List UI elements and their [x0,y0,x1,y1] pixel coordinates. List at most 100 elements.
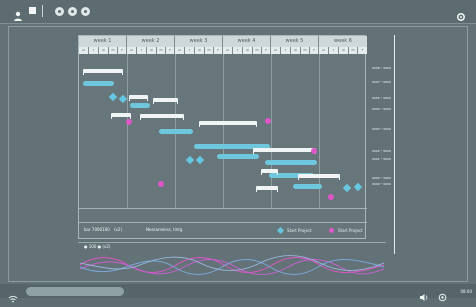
task-bar[interactable] [199,121,257,127]
gear-icon[interactable] [456,7,466,22]
day-label: W [195,47,205,54]
week-header-1: week 1 [79,36,127,47]
milestone-marker[interactable] [265,118,271,124]
task-bar[interactable] [253,148,316,154]
grid-line [271,54,272,208]
day-label: F [214,47,223,54]
toolbar-separator [42,5,43,17]
scale-label: 0008 ─ 0000 [372,66,391,70]
day-label: M [79,47,89,54]
square-icon[interactable] [29,7,36,14]
day-label: M [271,47,281,54]
day-label: F [118,47,127,54]
summary-middle-label: Nessameina, tintg [146,227,183,232]
day-label: W [99,47,109,54]
task-bar[interactable] [153,98,178,104]
scale-label: 0000 ─ 0000 [372,182,391,186]
day-label: F [310,47,319,54]
circle-button-2[interactable] [68,7,77,16]
legend-label-2: Start Project [338,228,363,233]
week-header-6: week 6 [319,36,367,47]
task-bar[interactable] [261,169,278,175]
day-label: T [185,47,195,54]
task-progress-bar[interactable] [265,160,317,165]
wave-chart-svg [79,255,385,275]
day-label: Th [253,47,262,54]
circle-button-1[interactable] [55,7,64,16]
day-label: Th [205,47,214,54]
day-label: Th [301,47,310,54]
clock: 08:00 [460,289,472,294]
legend-marker [329,228,334,233]
task-bar[interactable] [256,186,278,192]
milestone-diamond[interactable] [195,155,205,165]
row-divider [79,208,367,209]
day-label: W [243,47,253,54]
task-progress-bar[interactable] [83,81,114,86]
wifi-icon[interactable] [8,288,18,303]
milestone-diamond[interactable] [342,183,352,193]
milestone-marker[interactable] [126,119,132,125]
task-progress-bar[interactable] [293,184,322,189]
scale-label: 0005 ─ 0000 [372,96,391,100]
gantt-chart: week 1 week 2 week 3 week 4 week 5 week … [78,35,367,239]
day-label: T [281,47,291,54]
day-label: W [339,47,349,54]
day-label: Th [157,47,166,54]
task-bar[interactable] [111,113,131,119]
wave-series-4 [79,255,385,271]
volume-icon[interactable] [419,287,430,301]
scale-label: 0004 ─ 0000 [372,107,391,111]
notification-icon[interactable] [438,287,447,302]
task-progress-bar[interactable] [159,129,193,134]
week-header-5: week 5 [271,36,319,47]
week-header-2: week 2 [127,36,175,47]
summary-left-label: bar 7000100 [84,227,110,232]
legend-label-1: Start Project [287,228,312,233]
task-progress-bar[interactable] [130,103,150,108]
day-label: F [262,47,271,54]
day-label: F [166,47,175,54]
scale-label: 0007 ─ 0000 [372,80,391,84]
milestone-diamond[interactable] [108,92,118,102]
row-divider [79,222,367,223]
task-progress-bar[interactable] [217,154,259,159]
milestone-diamond[interactable] [185,155,195,165]
day-label: F [358,47,367,54]
scale-label: 0002 ─ 0000 [372,149,391,153]
day-label: W [291,47,301,54]
search-input[interactable] [26,287,124,296]
milestone-marker[interactable] [311,148,317,154]
task-bar[interactable] [83,69,123,75]
milestone-diamond[interactable] [118,94,128,104]
grid-line [127,54,128,208]
user-icon[interactable] [13,6,23,21]
grid-line [223,54,224,208]
day-label: T [233,47,243,54]
legend-diamond [276,226,285,235]
desktop-screen: week 1 week 2 week 3 week 4 week 5 week … [0,0,476,303]
scale-label: 0000 ─ 0000 [372,176,391,180]
task-bar[interactable] [298,174,340,180]
scale-label: 0001 ─ 0000 [372,157,391,161]
scale-label: 0003 ─ 0000 [372,127,391,131]
day-label: M [127,47,137,54]
milestone-marker[interactable] [158,181,164,187]
circle-button-3[interactable] [81,7,90,16]
day-label: Th [109,47,118,54]
milestone-diamond[interactable] [353,182,363,192]
top-toolbar [0,0,476,24]
week-header-4: week 4 [223,36,271,47]
day-label: T [137,47,147,54]
day-label: M [223,47,233,54]
day-label: W [147,47,157,54]
vertical-scale [394,35,395,254]
week-header-3: week 3 [175,36,223,47]
task-bar[interactable] [129,95,148,101]
day-label: T [89,47,99,54]
milestone-marker[interactable] [328,194,334,200]
wave-chart: ● 100 ● (x2) [78,242,386,276]
task-bar[interactable] [140,114,184,120]
day-label: Th [349,47,358,54]
day-label: T [329,47,339,54]
